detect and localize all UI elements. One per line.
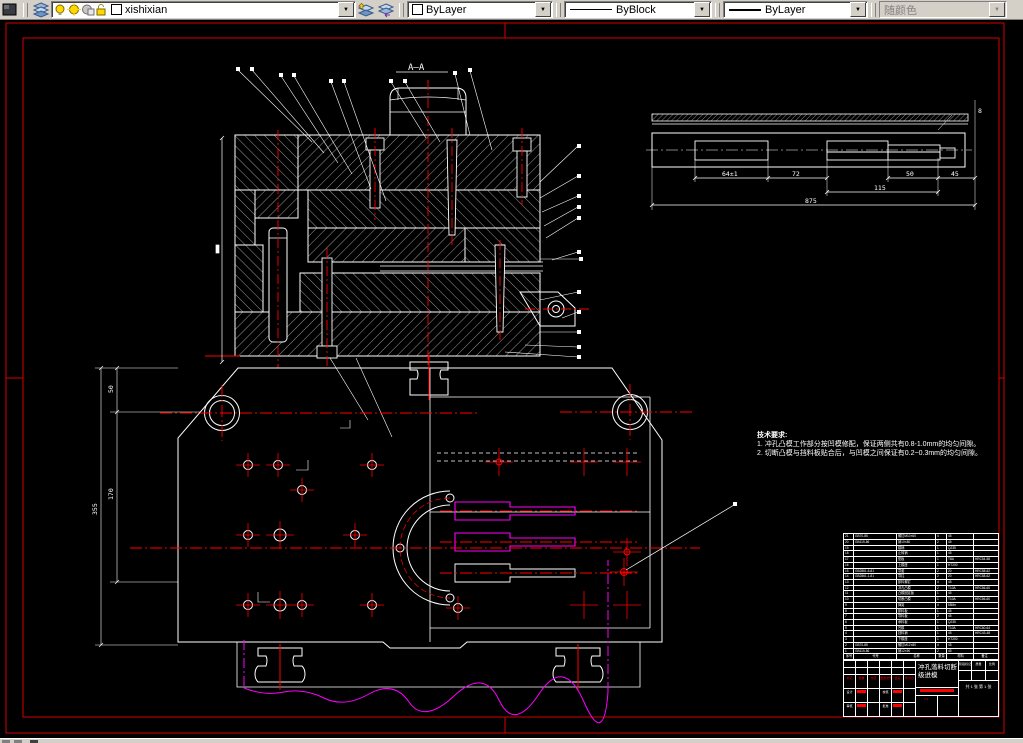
bottom-toolbar-sliver [0, 738, 1023, 743]
limit-posts [254, 361, 604, 683]
parts-list-table: 序号 代号 名称 数量 材料 备注 1 GB119-86 销12×90 2 45 2 GB70-85 螺… [843, 533, 999, 660]
technical-requirements-title: 技术要求: [757, 432, 788, 439]
dim-45: 45 [951, 170, 959, 178]
title-block-revision-area: 标记处数分区更改文件号签名年月日 设计校核 审核批准 [844, 661, 916, 716]
technical-requirements-line1: 1. 冲孔凸模工作部分按凹模修配，保证两侧共有0.8-1.0mm的均匀间隙。 [757, 441, 981, 448]
title-block: 标记处数分区更改文件号签名年月日 设计校核 审核批准 冲孔落料切断级进模 1:1… [843, 660, 999, 717]
section-label: A—A [408, 63, 425, 73]
dim-64: 64±1 [722, 170, 738, 178]
dim-115: 115 [874, 184, 886, 192]
revision-header-row: 标记处数分区更改文件号签名年月日 [844, 675, 915, 689]
dim-50: 50 [906, 170, 914, 178]
scale-label: 比例 [988, 662, 995, 666]
dim-plan-170: 170 [107, 488, 115, 500]
stage-label: 阶段标记 [959, 661, 973, 670]
dim-875: 875 [805, 197, 817, 205]
scale-value: 1:1 [916, 696, 938, 716]
title-block-scale-area: 阶段标记 质量 比例 共 1 张 第 1 张 [959, 661, 998, 716]
plan-view[interactable]: 50 170 355 [91, 355, 737, 724]
break-line [243, 560, 609, 724]
drawing-title: 冲孔落料切断级进模 [916, 661, 958, 688]
parts-list-header: 序号 代号 名称 数量 材料 备注 [844, 653, 998, 659]
dim-plan-50: 50 [107, 385, 115, 393]
dim-plan-355: 355 [91, 503, 99, 515]
weight-label: 质量 [972, 661, 986, 670]
technical-requirements-line2: 2. 切断凸模与挡料板贴合后，与凹模之间保证有0.2~0.3mm的均匀间隙。 [757, 450, 982, 457]
cad-application-window: { "toolbar": { "layer_name": "xishixian"… [0, 0, 1023, 743]
strip-layout-view[interactable]: 64±1 72 50 45 115 875 8 [646, 100, 982, 210]
dim-72: 72 [792, 170, 800, 178]
punch-profiles [454, 501, 576, 552]
section-view[interactable]: A—A [205, 63, 592, 438]
technical-requirements: 技术要求: 1. 冲孔凸模工作部分按凹模修配，保证两侧共有0.8-1.0mm的均… [757, 431, 1009, 458]
title-block-name-area: 冲孔落料切断级进模 1:1 [916, 661, 959, 716]
bolt-holes [236, 448, 641, 620]
dim-8: 8 [978, 107, 982, 115]
sheet-count: 共 1 张 第 1 张 [965, 684, 992, 689]
